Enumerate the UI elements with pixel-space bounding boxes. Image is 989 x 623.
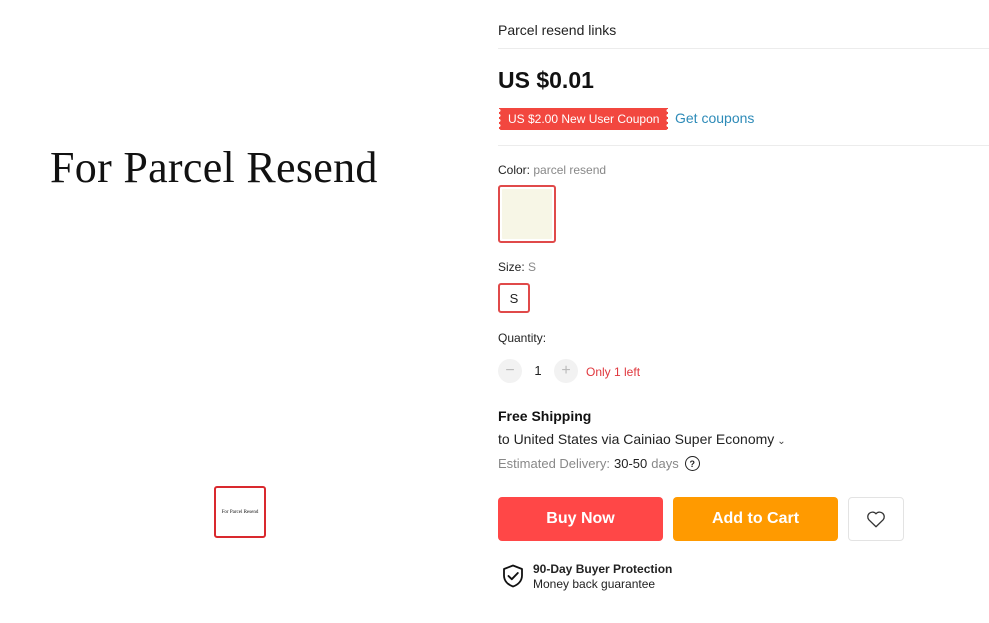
- new-user-coupon-badge: US $2.00 New User Coupon: [496, 108, 671, 130]
- shipping-method-text: to United States via Cainiao Super Econo…: [498, 431, 775, 447]
- shipping-method-selector[interactable]: to United States via Cainiao Super Econo…: [498, 431, 786, 447]
- product-thumbnail[interactable]: For Parcel Resend: [214, 486, 266, 538]
- delivery-range: 30-50: [613, 456, 648, 471]
- shield-check-icon: [503, 564, 523, 588]
- size-label: Size: S: [498, 260, 536, 274]
- get-coupons-link[interactable]: Get coupons: [675, 110, 754, 126]
- divider: [498, 145, 989, 146]
- quantity-value[interactable]: 1: [530, 363, 546, 378]
- heart-icon: [867, 511, 885, 528]
- size-option-s[interactable]: S: [498, 283, 530, 313]
- buyer-protection-title: 90-Day Buyer Protection: [533, 562, 673, 576]
- quantity-decrease-button[interactable]: −: [498, 359, 522, 383]
- color-swatch-parcel-resend[interactable]: [498, 185, 556, 243]
- color-selected-value: parcel resend: [533, 163, 607, 177]
- product-title: Parcel resend links: [498, 22, 617, 38]
- estimated-delivery: Estimated Delivery: 30-50 days ?: [498, 456, 700, 471]
- chevron-down-icon: ⌄: [777, 436, 786, 447]
- color-label: Color: parcel resend: [498, 163, 606, 177]
- color-swatch-fill: [502, 189, 552, 239]
- divider: [498, 48, 989, 49]
- delivery-label: Estimated Delivery:: [498, 456, 610, 471]
- quantity-increase-button[interactable]: +: [554, 359, 578, 383]
- wishlist-button[interactable]: [848, 497, 904, 541]
- add-to-cart-button[interactable]: Add to Cart: [673, 497, 838, 541]
- product-image-caption: For Parcel Resend: [50, 143, 378, 192]
- size-selected-value: S: [528, 260, 537, 274]
- question-circle-icon[interactable]: ?: [684, 456, 700, 471]
- shipping-title: Free Shipping: [498, 408, 592, 424]
- color-label-text: Color:: [498, 163, 531, 177]
- stock-remaining-note: Only 1 left: [586, 365, 641, 379]
- buyer-protection-subtitle: Money back guarantee: [533, 577, 656, 591]
- thumbnail-caption: For Parcel Resend: [221, 509, 259, 515]
- quantity-label: Quantity:: [498, 331, 547, 345]
- size-label-text: Size:: [498, 260, 525, 274]
- buy-now-button[interactable]: Buy Now: [498, 497, 663, 541]
- delivery-unit: days: [651, 456, 679, 471]
- product-main-image: For Parcel Resend: [0, 0, 460, 470]
- product-price: US $0.01: [498, 67, 594, 93]
